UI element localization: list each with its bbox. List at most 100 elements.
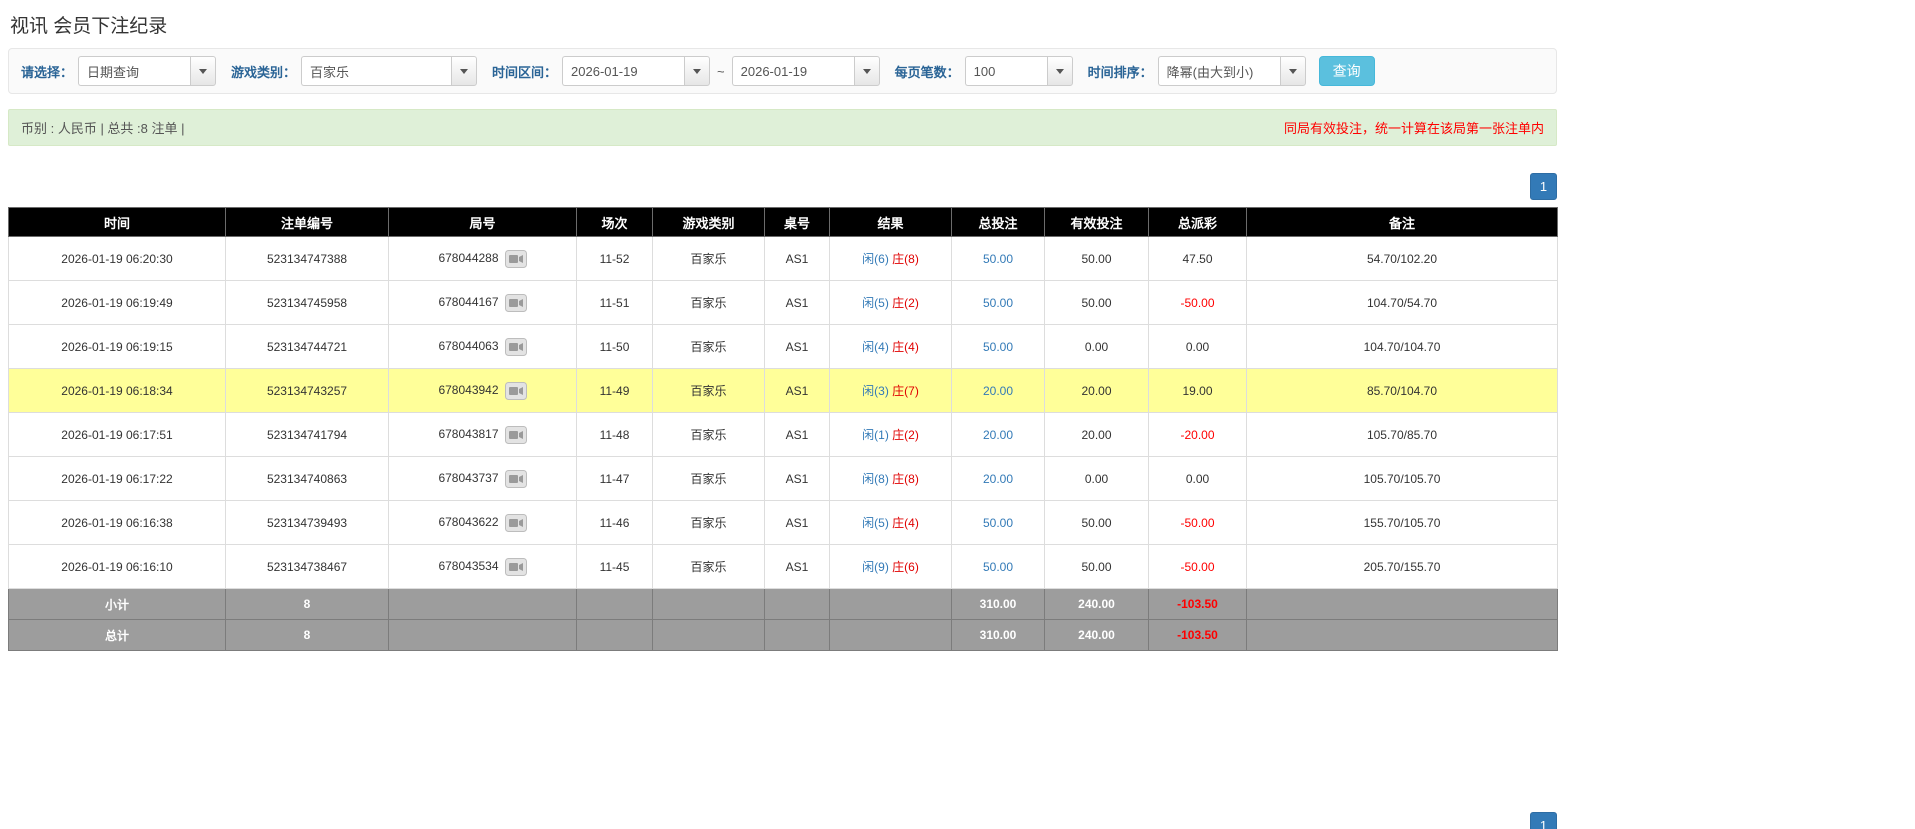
- table-row: 2026-01-19 06:18:34 523134743257 6780439…: [8, 368, 1558, 413]
- date-range-separator: ~: [717, 63, 725, 79]
- column-header: 总投注: [951, 207, 1045, 237]
- sort-order-input[interactable]: [1157, 56, 1280, 86]
- currency-total-summary: 币别 : 人民币 | 总共 :8 注单 |: [21, 121, 185, 136]
- result-banker: 庄(7): [892, 384, 919, 398]
- date-to-input[interactable]: [731, 56, 854, 86]
- subtotal-payout: -103.50: [1148, 588, 1247, 620]
- filter-bar: 请选择： 游戏类别： 时间区间： ~ 每页笔数： 时间排序：: [8, 48, 1557, 94]
- table-row: 2026-01-19 06:17:51 523134741794 6780438…: [8, 412, 1558, 457]
- video-replay-icon[interactable]: [504, 337, 527, 356]
- cell-valid-bet: 50.00: [1044, 280, 1149, 325]
- cell-table-number: AS1: [764, 456, 830, 501]
- cell-result: 闲(8) 庄(8): [829, 456, 952, 501]
- result-player: 闲(5): [862, 516, 889, 530]
- round-number: 678043534: [438, 558, 499, 573]
- round-number: 678044063: [438, 338, 499, 353]
- cell-valid-bet: 0.00: [1044, 324, 1149, 369]
- subtotal-total-bet: 310.00: [951, 588, 1045, 620]
- cell-valid-bet: 0.00: [1044, 456, 1149, 501]
- caret-down-icon: [1055, 68, 1064, 74]
- cell-game-type: 百家乐: [652, 236, 765, 281]
- cell-session: 11-47: [576, 456, 653, 501]
- result-player: 闲(1): [862, 428, 889, 442]
- cell-game-type: 百家乐: [652, 280, 765, 325]
- cell-result: 闲(1) 庄(2): [829, 412, 952, 457]
- cell-total-bet[interactable]: 20.00: [951, 368, 1045, 413]
- cell-round: 678044167: [388, 280, 577, 325]
- cell-valid-bet: 20.00: [1044, 368, 1149, 413]
- cell-total-bet[interactable]: 50.00: [951, 324, 1045, 369]
- cell-total-bet[interactable]: 20.00: [951, 412, 1045, 457]
- cell-result: 闲(9) 庄(6): [829, 544, 952, 589]
- result-player: 闲(6): [862, 252, 889, 266]
- game-type-input[interactable]: [301, 56, 452, 86]
- cell-round: 678043622: [388, 500, 577, 545]
- page-button-1[interactable]: 1: [1530, 173, 1557, 200]
- cell-game-type: 百家乐: [652, 368, 765, 413]
- cell-payout: 47.50: [1148, 236, 1247, 281]
- round-number: 678043737: [438, 470, 499, 485]
- video-replay-icon[interactable]: [504, 293, 527, 312]
- cell-payout: 19.00: [1148, 368, 1247, 413]
- total-row: 总计 8 310.00 240.00 -103.50: [8, 619, 1558, 651]
- round-number: 678044288: [438, 250, 499, 265]
- page-size-input[interactable]: [964, 56, 1047, 86]
- video-replay-icon[interactable]: [504, 249, 527, 268]
- page-button-1-bottom[interactable]: 1: [1530, 812, 1557, 829]
- cell-time: 2026-01-19 06:19:15: [8, 324, 226, 369]
- cell-total-bet[interactable]: 50.00: [951, 280, 1045, 325]
- cell-total-bet[interactable]: 50.00: [951, 544, 1045, 589]
- valid-bet-notice: 同局有效投注，统一计算在该局第一张注单内: [1283, 121, 1544, 136]
- video-replay-icon[interactable]: [504, 381, 527, 400]
- cell-round: 678043942: [388, 368, 577, 413]
- result-player: 闲(5): [862, 296, 889, 310]
- cell-valid-bet: 20.00: [1044, 412, 1149, 457]
- table-row: 2026-01-19 06:16:38 523134739493 6780436…: [8, 500, 1558, 545]
- cell-total-bet[interactable]: 50.00: [951, 236, 1045, 281]
- page-title: 视讯 会员下注纪录: [10, 16, 168, 37]
- date-from-input[interactable]: [562, 56, 685, 86]
- table-row: 2026-01-19 06:19:15 523134744721 6780440…: [8, 324, 1558, 369]
- cell-note: 54.70/102.20: [1246, 236, 1558, 281]
- cell-total-bet[interactable]: 20.00: [951, 456, 1045, 501]
- result-player: 闲(4): [862, 340, 889, 354]
- cell-result: 闲(4) 庄(4): [829, 324, 952, 369]
- caret-down-icon: [460, 68, 469, 74]
- column-header: 总派彩: [1148, 207, 1247, 237]
- column-header: 游戏类别: [652, 207, 765, 237]
- video-replay-icon[interactable]: [504, 469, 527, 488]
- result-banker: 庄(4): [892, 516, 919, 530]
- page-size-dropdown-button[interactable]: [1046, 56, 1073, 86]
- cell-bet-id: 523134739493: [225, 500, 389, 545]
- select-type-label: 请选择：: [21, 64, 74, 80]
- query-type-dropdown-button[interactable]: [190, 56, 217, 86]
- cell-game-type: 百家乐: [652, 544, 765, 589]
- cell-session: 11-52: [576, 236, 653, 281]
- cell-payout: 0.00: [1148, 324, 1247, 369]
- video-replay-icon[interactable]: [504, 557, 527, 576]
- query-type-input[interactable]: [78, 56, 191, 86]
- game-type-combo: [301, 56, 478, 86]
- round-number: 678043942: [438, 382, 499, 397]
- total-valid-bet: 240.00: [1044, 619, 1149, 651]
- date-to-dropdown-button[interactable]: [853, 56, 880, 86]
- round-number: 678043622: [438, 514, 499, 529]
- video-replay-icon[interactable]: [504, 425, 527, 444]
- subtotal-valid-bet: 240.00: [1044, 588, 1149, 620]
- cell-result: 闲(3) 庄(7): [829, 368, 952, 413]
- video-replay-icon[interactable]: [504, 513, 527, 532]
- game-type-label: 游戏类别：: [231, 64, 297, 80]
- table-row: 2026-01-19 06:17:22 523134740863 6780437…: [8, 456, 1558, 501]
- result-banker: 庄(4): [892, 340, 919, 354]
- cell-total-bet[interactable]: 50.00: [951, 500, 1045, 545]
- result-banker: 庄(2): [892, 428, 919, 442]
- cell-session: 11-51: [576, 280, 653, 325]
- search-button[interactable]: 查询: [1318, 56, 1375, 86]
- cell-game-type: 百家乐: [652, 456, 765, 501]
- cell-bet-id: 523134745958: [225, 280, 389, 325]
- summary-bar: 币别 : 人民币 | 总共 :8 注单 | 同局有效投注，统一计算在该局第一张注…: [8, 109, 1557, 146]
- game-type-dropdown-button[interactable]: [451, 56, 478, 86]
- cell-bet-id: 523134738467: [225, 544, 389, 589]
- sort-order-dropdown-button[interactable]: [1279, 56, 1306, 86]
- date-from-dropdown-button[interactable]: [684, 56, 711, 86]
